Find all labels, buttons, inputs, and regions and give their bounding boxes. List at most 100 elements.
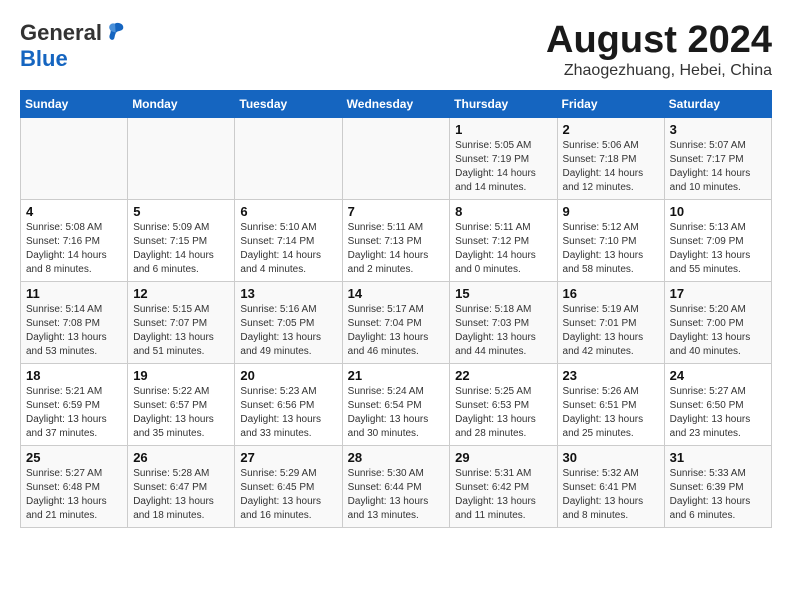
calendar-table: SundayMondayTuesdayWednesdayThursdayFrid…: [20, 90, 772, 528]
calendar-header-row: SundayMondayTuesdayWednesdayThursdayFrid…: [21, 90, 772, 117]
day-detail: Sunrise: 5:22 AM Sunset: 6:57 PM Dayligh…: [133, 385, 229, 441]
day-detail: Sunrise: 5:08 AM Sunset: 7:16 PM Dayligh…: [26, 221, 122, 277]
day-number: 12: [133, 286, 229, 301]
calendar-cell: 22 Sunrise: 5:25 AM Sunset: 6:53 PM Dayli…: [450, 363, 557, 445]
day-detail: Sunrise: 5:27 AM Sunset: 6:50 PM Dayligh…: [670, 385, 766, 441]
day-of-week-header: Tuesday: [235, 90, 342, 117]
day-of-week-header: Monday: [128, 90, 235, 117]
calendar-week-row: 18 Sunrise: 5:21 AM Sunset: 6:59 PM Dayli…: [21, 363, 772, 445]
calendar-week-row: 4 Sunrise: 5:08 AM Sunset: 7:16 PM Daylig…: [21, 199, 772, 281]
day-number: 8: [455, 204, 551, 219]
day-detail: Sunrise: 5:07 AM Sunset: 7:17 PM Dayligh…: [670, 139, 766, 195]
calendar-cell: 11 Sunrise: 5:14 AM Sunset: 7:08 PM Dayli…: [21, 281, 128, 363]
day-detail: Sunrise: 5:11 AM Sunset: 7:12 PM Dayligh…: [455, 221, 551, 277]
calendar-week-row: 25 Sunrise: 5:27 AM Sunset: 6:48 PM Dayli…: [21, 445, 772, 527]
day-of-week-header: Wednesday: [342, 90, 450, 117]
day-of-week-header: Friday: [557, 90, 664, 117]
day-number: 28: [348, 450, 445, 465]
day-detail: Sunrise: 5:15 AM Sunset: 7:07 PM Dayligh…: [133, 303, 229, 359]
day-detail: Sunrise: 5:18 AM Sunset: 7:03 PM Dayligh…: [455, 303, 551, 359]
day-detail: Sunrise: 5:17 AM Sunset: 7:04 PM Dayligh…: [348, 303, 445, 359]
title-area: August 2024 Zhaogezhuang, Hebei, China: [546, 20, 772, 80]
day-number: 24: [670, 368, 766, 383]
calendar-cell: 24 Sunrise: 5:27 AM Sunset: 6:50 PM Dayli…: [664, 363, 771, 445]
day-detail: Sunrise: 5:27 AM Sunset: 6:48 PM Dayligh…: [26, 467, 122, 523]
day-number: 6: [240, 204, 336, 219]
day-detail: Sunrise: 5:05 AM Sunset: 7:19 PM Dayligh…: [455, 139, 551, 195]
logo-blue-text: Blue: [20, 46, 68, 71]
day-detail: Sunrise: 5:14 AM Sunset: 7:08 PM Dayligh…: [26, 303, 122, 359]
day-detail: Sunrise: 5:10 AM Sunset: 7:14 PM Dayligh…: [240, 221, 336, 277]
day-number: 1: [455, 122, 551, 137]
day-number: 22: [455, 368, 551, 383]
day-number: 23: [563, 368, 659, 383]
day-detail: Sunrise: 5:24 AM Sunset: 6:54 PM Dayligh…: [348, 385, 445, 441]
day-number: 5: [133, 204, 229, 219]
calendar-cell: 29Sunrise: 5:31 AM Sunset: 6:42 PM Dayli…: [450, 445, 557, 527]
day-detail: Sunrise: 5:19 AM Sunset: 7:01 PM Dayligh…: [563, 303, 659, 359]
day-detail: Sunrise: 5:25 AM Sunset: 6:53 PM Dayligh…: [455, 385, 551, 441]
day-number: 9: [563, 204, 659, 219]
day-number: 17: [670, 286, 766, 301]
day-detail: Sunrise: 5:21 AM Sunset: 6:59 PM Dayligh…: [26, 385, 122, 441]
day-detail: Sunrise: 5:23 AM Sunset: 6:56 PM Dayligh…: [240, 385, 336, 441]
calendar-cell: [21, 117, 128, 199]
day-detail: Sunrise: 5:33 AM Sunset: 6:39 PM Dayligh…: [670, 467, 766, 523]
calendar-cell: 12 Sunrise: 5:15 AM Sunset: 7:07 PM Dayli…: [128, 281, 235, 363]
day-number: 13: [240, 286, 336, 301]
calendar-cell: [342, 117, 450, 199]
calendar-cell: 27Sunrise: 5:29 AM Sunset: 6:45 PM Dayli…: [235, 445, 342, 527]
day-detail: Sunrise: 5:28 AM Sunset: 6:47 PM Dayligh…: [133, 467, 229, 523]
day-detail: Sunrise: 5:30 AM Sunset: 6:44 PM Dayligh…: [348, 467, 445, 523]
calendar-cell: 5 Sunrise: 5:09 AM Sunset: 7:15 PM Daylig…: [128, 199, 235, 281]
calendar-cell: 15 Sunrise: 5:18 AM Sunset: 7:03 PM Dayli…: [450, 281, 557, 363]
page-header: General Blue August 2024 Zhaogezhuang, H…: [20, 20, 772, 80]
calendar-cell: 31 Sunrise: 5:33 AM Sunset: 6:39 PM Dayli…: [664, 445, 771, 527]
calendar-cell: 13Sunrise: 5:16 AM Sunset: 7:05 PM Dayli…: [235, 281, 342, 363]
calendar-cell: 30Sunrise: 5:32 AM Sunset: 6:41 PM Dayli…: [557, 445, 664, 527]
calendar-cell: 14Sunrise: 5:17 AM Sunset: 7:04 PM Dayli…: [342, 281, 450, 363]
day-of-week-header: Thursday: [450, 90, 557, 117]
day-detail: Sunrise: 5:20 AM Sunset: 7:00 PM Dayligh…: [670, 303, 766, 359]
calendar-cell: 18 Sunrise: 5:21 AM Sunset: 6:59 PM Dayli…: [21, 363, 128, 445]
calendar-cell: 7Sunrise: 5:11 AM Sunset: 7:13 PM Daylig…: [342, 199, 450, 281]
calendar-cell: 8 Sunrise: 5:11 AM Sunset: 7:12 PM Daylig…: [450, 199, 557, 281]
day-number: 10: [670, 204, 766, 219]
day-of-week-header: Saturday: [664, 90, 771, 117]
logo: General Blue: [20, 20, 126, 72]
day-number: 30: [563, 450, 659, 465]
calendar-cell: [128, 117, 235, 199]
day-detail: Sunrise: 5:29 AM Sunset: 6:45 PM Dayligh…: [240, 467, 336, 523]
calendar-cell: 9Sunrise: 5:12 AM Sunset: 7:10 PM Daylig…: [557, 199, 664, 281]
day-number: 18: [26, 368, 122, 383]
calendar-cell: 2Sunrise: 5:06 AM Sunset: 7:18 PM Daylig…: [557, 117, 664, 199]
day-number: 2: [563, 122, 659, 137]
calendar-cell: 23 Sunrise: 5:26 AM Sunset: 6:51 PM Dayli…: [557, 363, 664, 445]
day-number: 19: [133, 368, 229, 383]
calendar-cell: 6 Sunrise: 5:10 AM Sunset: 7:14 PM Daylig…: [235, 199, 342, 281]
day-of-week-header: Sunday: [21, 90, 128, 117]
day-number: 21: [348, 368, 445, 383]
day-detail: Sunrise: 5:09 AM Sunset: 7:15 PM Dayligh…: [133, 221, 229, 277]
calendar-cell: 28 Sunrise: 5:30 AM Sunset: 6:44 PM Dayli…: [342, 445, 450, 527]
calendar-cell: 26Sunrise: 5:28 AM Sunset: 6:47 PM Dayli…: [128, 445, 235, 527]
calendar-week-row: 11 Sunrise: 5:14 AM Sunset: 7:08 PM Dayli…: [21, 281, 772, 363]
calendar-cell: 3Sunrise: 5:07 AM Sunset: 7:17 PM Daylig…: [664, 117, 771, 199]
calendar-cell: 4 Sunrise: 5:08 AM Sunset: 7:16 PM Daylig…: [21, 199, 128, 281]
day-number: 11: [26, 286, 122, 301]
day-number: 25: [26, 450, 122, 465]
location-subtitle: Zhaogezhuang, Hebei, China: [546, 62, 772, 80]
day-detail: Sunrise: 5:26 AM Sunset: 6:51 PM Dayligh…: [563, 385, 659, 441]
calendar-cell: 25 Sunrise: 5:27 AM Sunset: 6:48 PM Dayli…: [21, 445, 128, 527]
calendar-cell: [235, 117, 342, 199]
day-number: 31: [670, 450, 766, 465]
day-number: 4: [26, 204, 122, 219]
day-number: 15: [455, 286, 551, 301]
calendar-cell: 20Sunrise: 5:23 AM Sunset: 6:56 PM Dayli…: [235, 363, 342, 445]
calendar-cell: 10 Sunrise: 5:13 AM Sunset: 7:09 PM Dayli…: [664, 199, 771, 281]
month-year-title: August 2024: [546, 20, 772, 62]
calendar-cell: 17 Sunrise: 5:20 AM Sunset: 7:00 PM Dayli…: [664, 281, 771, 363]
day-detail: Sunrise: 5:13 AM Sunset: 7:09 PM Dayligh…: [670, 221, 766, 277]
logo-bird-icon: [104, 20, 126, 42]
day-detail: Sunrise: 5:11 AM Sunset: 7:13 PM Dayligh…: [348, 221, 445, 277]
